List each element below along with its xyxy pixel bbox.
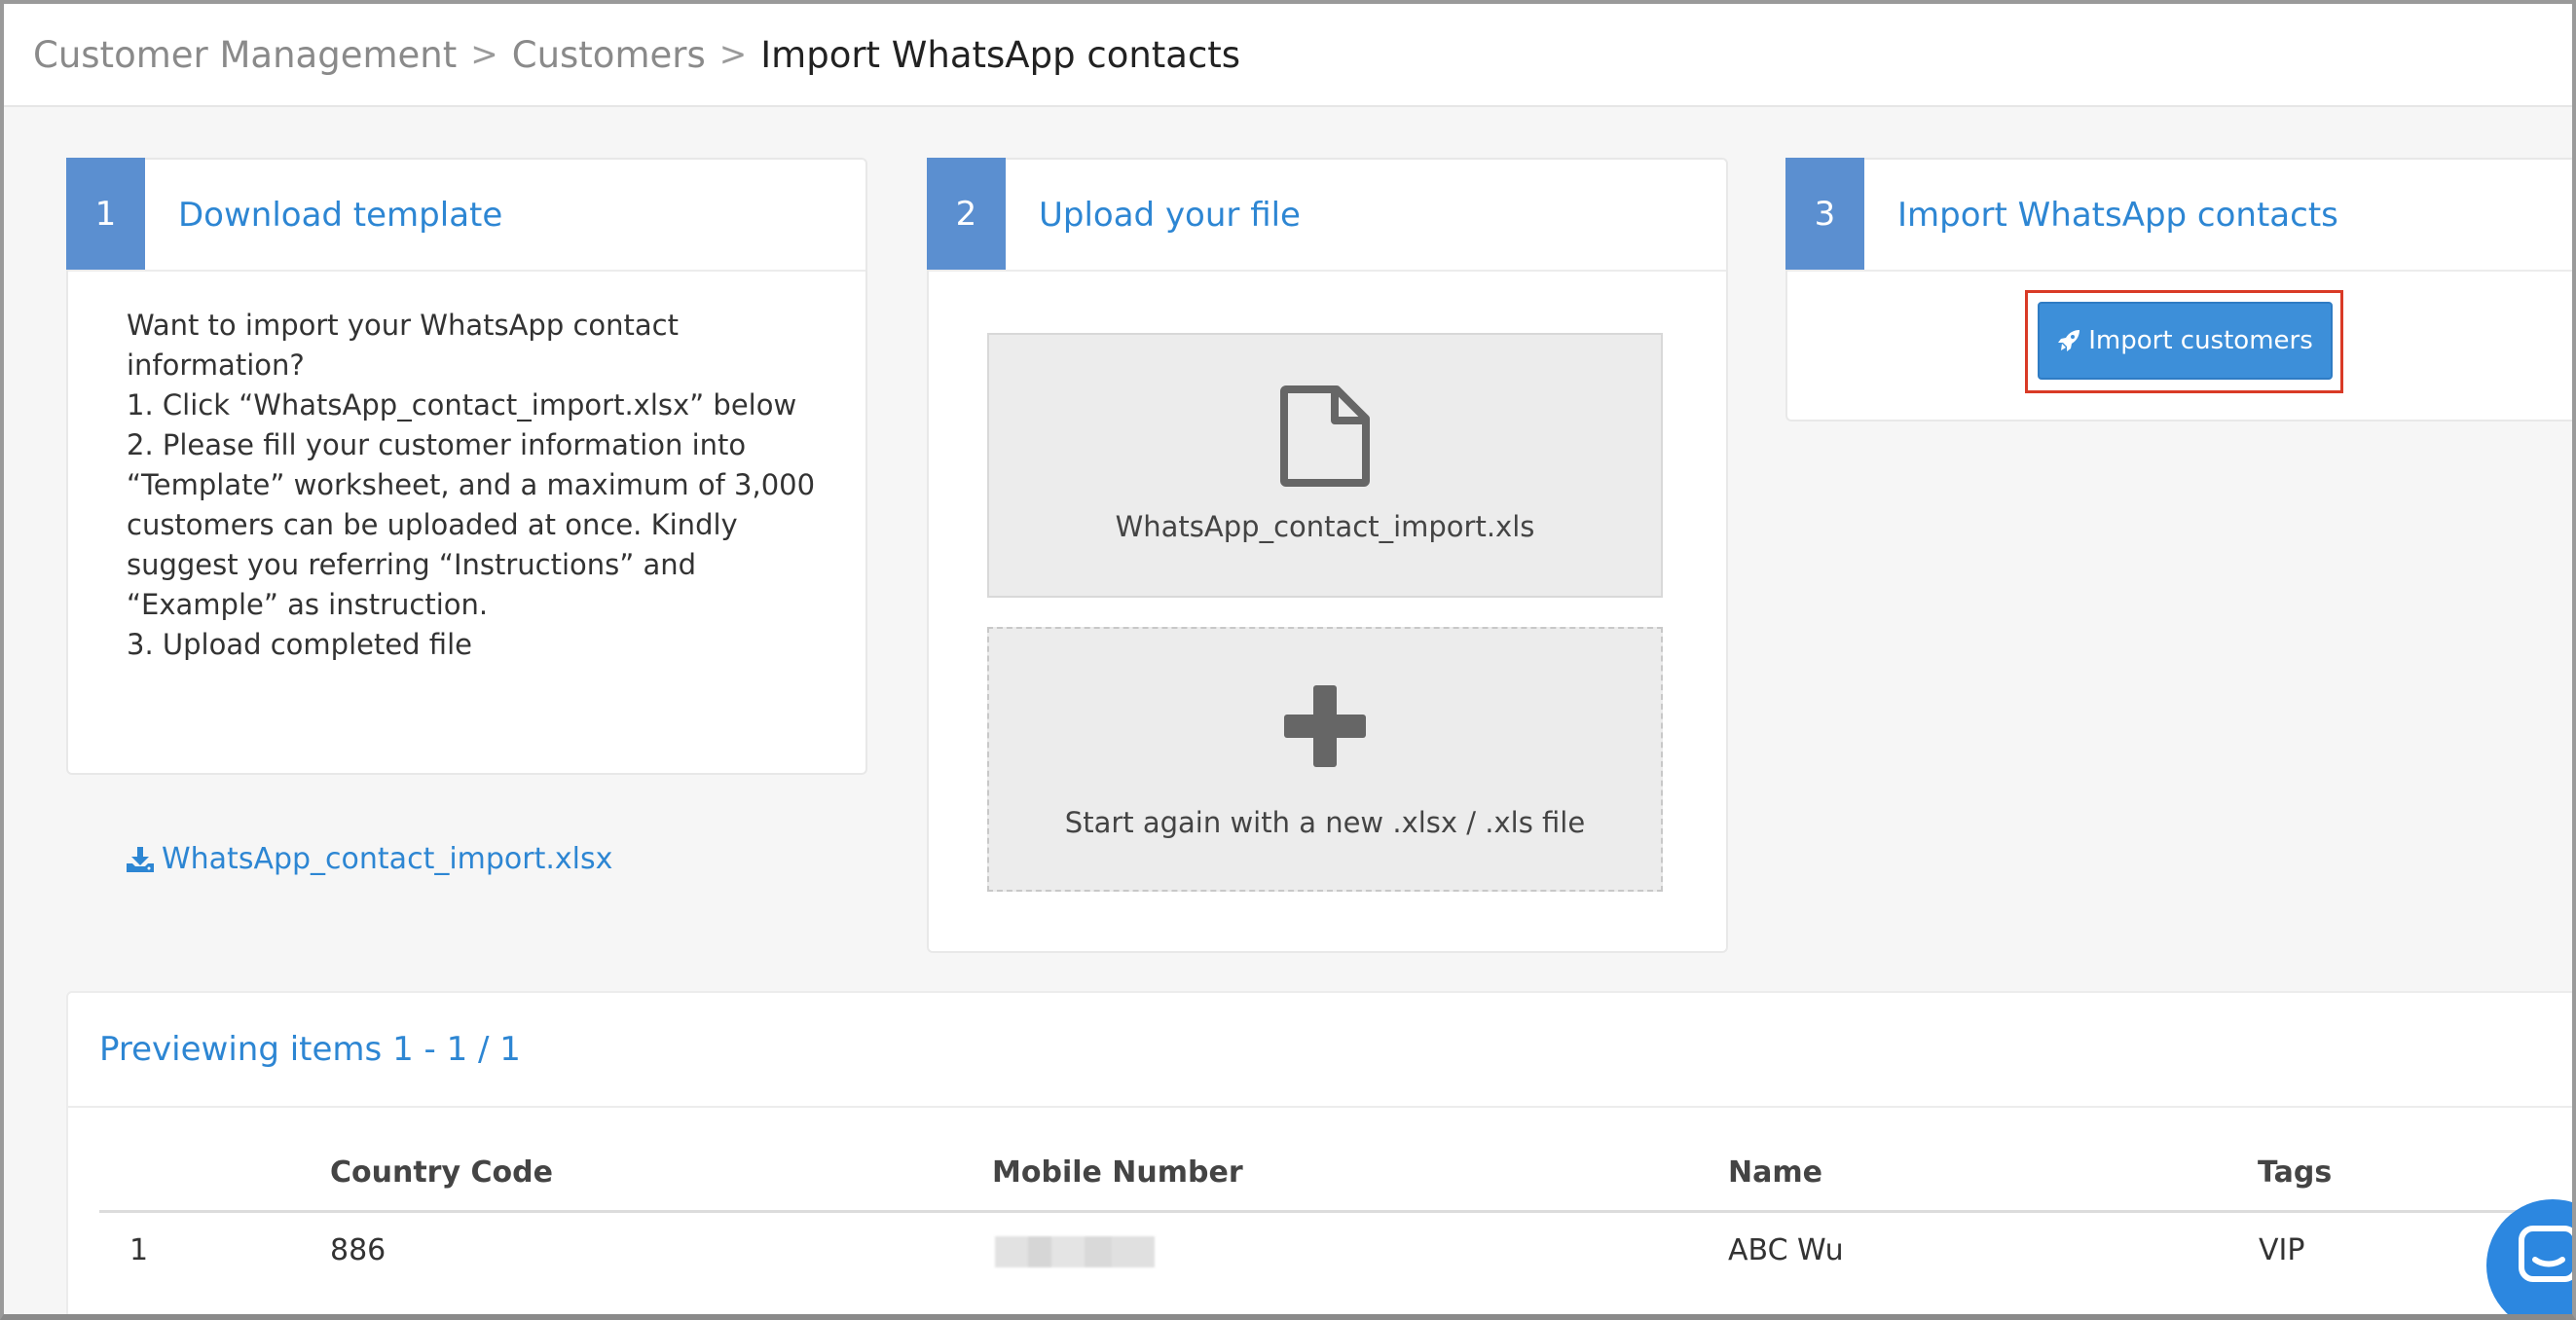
breadcrumb-separator: > (470, 35, 498, 74)
chat-icon (2519, 1226, 2572, 1282)
download-link-label: WhatsApp_contact_import.xlsx (162, 842, 613, 876)
rocket-icon (2058, 330, 2080, 351)
step-title: Import WhatsApp contacts (1897, 195, 2338, 235)
breadcrumb-separator: > (718, 35, 748, 74)
instruction-line: 2. Please fill your customer information… (127, 428, 816, 621)
step-number-badge: 1 (66, 158, 145, 270)
step-title: Download template (178, 195, 503, 235)
cell-mobile-number-redacted (995, 1236, 1155, 1267)
uploaded-file-name: WhatsApp_contact_import.xls (1115, 510, 1535, 543)
step-number-badge: 3 (1785, 158, 1864, 270)
plus-icon (1284, 685, 1366, 767)
column-header-mobile-number: Mobile Number (992, 1155, 1243, 1190)
cell-country-code: 886 (330, 1233, 386, 1267)
row-index: 1 (129, 1233, 149, 1267)
download-template-card: 1 Download template Want to import your … (66, 158, 867, 876)
card-header: 1 Download template (66, 158, 865, 272)
instruction-line: Want to import your WhatsApp contact inf… (127, 309, 679, 382)
instruction-line: 1. Click “WhatsApp_contact_import.xlsx” … (127, 388, 797, 422)
restart-upload-dropzone[interactable]: Start again with a new .xlsx / .xls file (987, 627, 1663, 892)
column-header-country-code: Country Code (330, 1155, 553, 1190)
import-customers-button[interactable]: Import customers (2038, 302, 2333, 380)
column-header-tags: Tags (2258, 1155, 2333, 1190)
app-window: Customer Management > Customers > Import… (0, 0, 2576, 1320)
divider (68, 1106, 2572, 1108)
template-download-link[interactable]: WhatsApp_contact_import.xlsx (127, 842, 612, 876)
preview-title: Previewing items 1 - 1 / 1 (99, 1030, 521, 1069)
instructions-text: Want to import your WhatsApp contact inf… (127, 306, 828, 665)
breadcrumb: Customer Management > Customers > Import… (4, 4, 2572, 107)
table-header-divider (99, 1210, 2572, 1213)
card-header: 3 Import WhatsApp contacts (1785, 158, 2572, 272)
column-header-name: Name (1728, 1155, 1822, 1190)
file-icon (1280, 385, 1370, 487)
cell-name: ABC Wu (1728, 1233, 1844, 1267)
import-button-label: Import customers (2088, 326, 2313, 355)
uploaded-file-box[interactable]: WhatsApp_contact_import.xls (987, 333, 1663, 598)
card-header: 2 Upload your file (927, 158, 1726, 272)
download-icon (127, 846, 154, 872)
breadcrumb-customer-management[interactable]: Customer Management (33, 34, 457, 76)
instruction-line: 3. Upload completed file (127, 628, 472, 661)
cell-tags: VIP (2259, 1233, 2305, 1267)
breadcrumb-current: Import WhatsApp contacts (760, 33, 1241, 76)
upload-file-card: 2 Upload your file WhatsApp_contact_impo… (927, 158, 1728, 953)
step-number-badge: 2 (927, 158, 1006, 270)
restart-upload-label: Start again with a new .xlsx / .xls file (1064, 806, 1586, 839)
breadcrumb-customers[interactable]: Customers (512, 34, 706, 76)
step-title: Upload your file (1039, 195, 1301, 235)
